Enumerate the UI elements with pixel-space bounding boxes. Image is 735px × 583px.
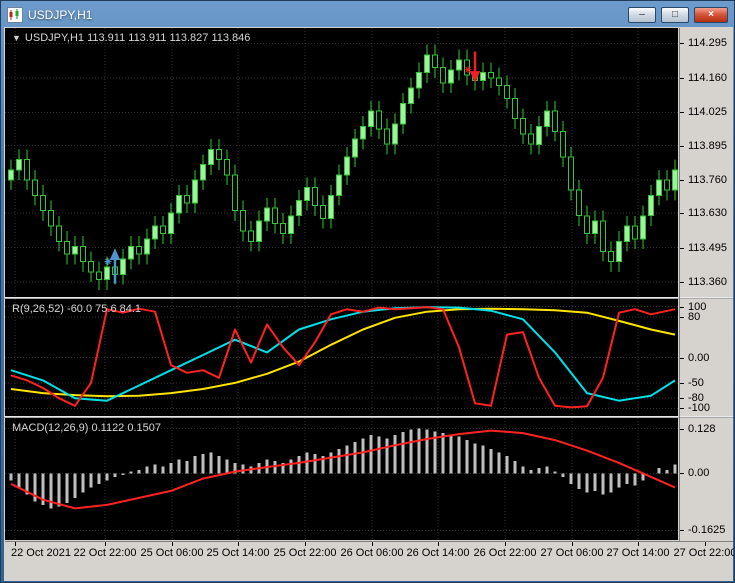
- axis-price-label: 113.630: [688, 207, 727, 219]
- axis-price-label: 80: [688, 311, 701, 323]
- macd-label: MACD(12,26,9) 0.1122 0.1507: [12, 422, 161, 434]
- panel-separator[interactable]: [4, 297, 733, 299]
- osc-line-mid: [10, 306, 676, 402]
- axis-price-label: -50: [688, 377, 704, 389]
- axis-time-label: 25 Oct 22:00: [273, 547, 337, 559]
- axis-tick: [680, 530, 684, 531]
- ohlc-info-text: USDJPY,H1 113.911 113.911 113.827 113.84…: [24, 32, 251, 44]
- axis-tick: [572, 542, 573, 546]
- axis-tick: [638, 542, 639, 546]
- axis-tick: [680, 248, 684, 249]
- axis-price-label: 0.00: [688, 467, 710, 479]
- axis-tick: [238, 542, 239, 546]
- candlesticks: [8, 44, 678, 290]
- axis-tick: [105, 542, 106, 546]
- price-axis[interactable]: 114.295 114.160 114.025 113.895 113.760 113.6…: [679, 28, 733, 541]
- axis-tick: [680, 146, 684, 147]
- axis-time-label: 22 Oct 22:00: [73, 547, 137, 559]
- axis-tick: [680, 383, 684, 384]
- axis-tick: [680, 408, 684, 409]
- terminal-window: USDJPY,H1 – □ × ▼ USDJPY,H1 113.911 113.9…: [0, 0, 735, 583]
- panel-separator[interactable]: [4, 416, 733, 418]
- axis-time-label: 25 Oct 06:00: [140, 547, 204, 559]
- axis-tick: [438, 542, 439, 546]
- axis-tick: [705, 542, 706, 546]
- axis-price-label: 114.160: [688, 72, 727, 84]
- ohlc-info-line: ▼ USDJPY,H1 113.911 113.911 113.827 113.8…: [12, 32, 250, 44]
- axis-price-label: 114.295: [688, 37, 727, 49]
- axis-price-label: 113.360: [688, 276, 727, 288]
- axis-tick: [680, 429, 684, 430]
- axis-time-label: 26 Oct 06:00: [340, 547, 404, 559]
- axis-price-label: 114.025: [688, 106, 727, 118]
- axis-price-label: -100: [688, 402, 711, 414]
- macd-histogram: [9, 428, 677, 509]
- axis-tick: [680, 43, 684, 44]
- axis-time-label: 22 Oct 2021: [11, 547, 71, 559]
- axis-price-label: 0.128: [688, 423, 716, 435]
- window-title: USDJPY,H1: [28, 7, 93, 22]
- axis-time-label: 27 Oct 14:00: [606, 547, 670, 559]
- axis-tick: [372, 542, 373, 546]
- chart-window-icon: [7, 6, 23, 23]
- macd-signal-line: [10, 429, 676, 510]
- close-button[interactable]: ×: [694, 6, 728, 23]
- axis-price-label: 113.495: [688, 242, 727, 254]
- axis-tick: [305, 542, 306, 546]
- axis-time-label: 27 Oct 06:00: [540, 547, 604, 559]
- axis-tick: [680, 307, 684, 308]
- axis-tick: [505, 542, 506, 546]
- axis-time-label: 27 Oct 22:00: [673, 547, 735, 559]
- axis-time-label: 26 Oct 14:00: [406, 547, 470, 559]
- axis-price-label: 0.00: [688, 352, 710, 364]
- axis-tick: [680, 112, 684, 113]
- axis-tick: [680, 78, 684, 79]
- axis-price-label: 113.760: [688, 174, 727, 186]
- axis-tick: [680, 180, 684, 181]
- minimize-button[interactable]: –: [628, 6, 656, 23]
- axis-tick: [172, 542, 173, 546]
- axis-time-label: 25 Oct 14:00: [206, 547, 270, 559]
- main-chart-panel[interactable]: [5, 28, 678, 297]
- axis-time-label: 26 Oct 22:00: [473, 547, 537, 559]
- oscillator-label: R(9,26,52) -60.0 75.6 84.1: [12, 303, 142, 315]
- axis-price-label: 113.895: [688, 140, 727, 152]
- axis-tick: [680, 213, 684, 214]
- symbol-marker-icon: ▼: [12, 33, 21, 43]
- axis-tick: [680, 398, 684, 399]
- oscillator-panel[interactable]: [5, 299, 678, 416]
- restore-button[interactable]: □: [661, 6, 689, 23]
- axis-price-label: -0.1625: [688, 524, 726, 536]
- axis-tick: [680, 317, 684, 318]
- titlebar[interactable]: USDJPY,H1 – □ ×: [4, 3, 731, 26]
- time-axis[interactable]: 22 Oct 2021 22 Oct 22:00 25 Oct 06:00 25 Oc…: [5, 541, 735, 561]
- main-grid: [5, 28, 678, 297]
- macd-panel[interactable]: [5, 418, 678, 540]
- axis-tick: [680, 358, 684, 359]
- axis-tick: [15, 542, 16, 546]
- chart-client-area: ▼ USDJPY,H1 113.911 113.911 113.827 113.8…: [4, 27, 735, 581]
- axis-tick: [680, 473, 684, 474]
- axis-tick: [680, 282, 684, 283]
